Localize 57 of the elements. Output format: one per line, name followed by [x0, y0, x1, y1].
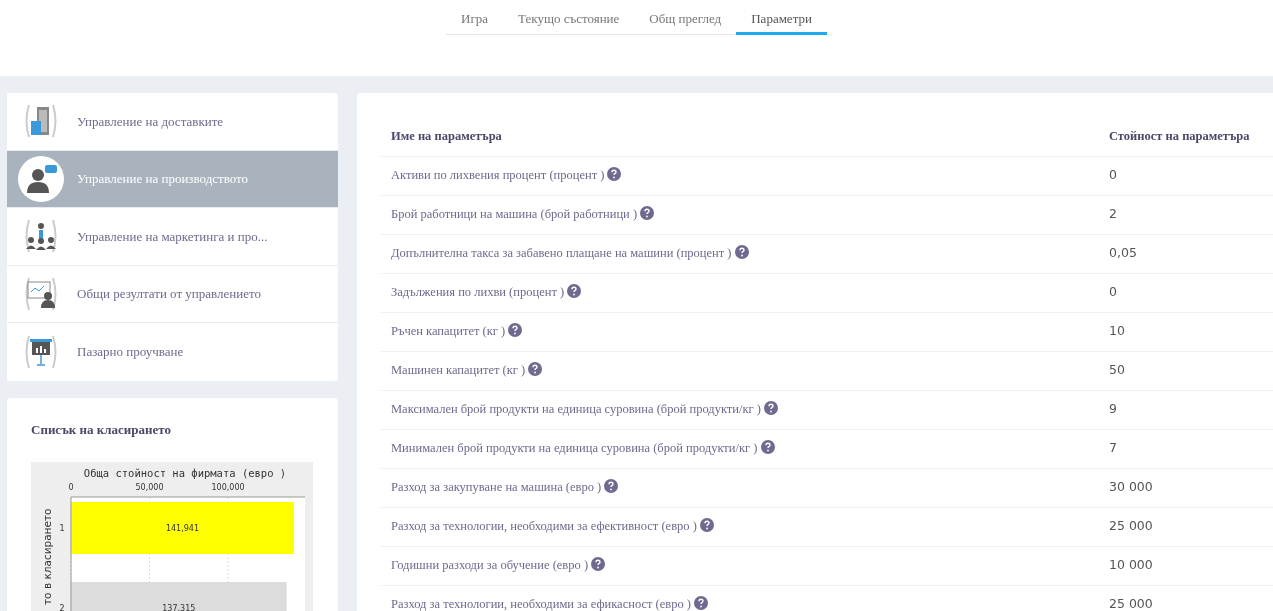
- parameter-value: 50: [1099, 351, 1273, 390]
- sidebar-item[interactable]: Пазарно проучване: [7, 323, 338, 381]
- help-icon[interactable]: [567, 284, 582, 299]
- parameter-value: 7: [1099, 429, 1273, 468]
- axis-tick-label: 50,000: [135, 483, 164, 492]
- axis-tick-label: 100,000: [211, 483, 245, 492]
- parameter-name: Машинен капацитет (кг ): [391, 363, 526, 378]
- parameter-name: Минимален брой продукти на единица суровина (брой продукти/кг ): [391, 441, 758, 456]
- bar-value-label: 137,315: [162, 604, 196, 611]
- help-icon[interactable]: [604, 479, 619, 494]
- parameter-name: Годишни разходи за обучение (евро ): [391, 558, 589, 573]
- parameter-value: 0: [1099, 156, 1273, 195]
- chart-title: Обща стойност на фирмата (евро ): [83, 467, 287, 479]
- parameter-name: Брой работници на машина (брой работници ): [391, 207, 638, 222]
- parameter-value: 0: [1099, 273, 1273, 312]
- sidebar-item[interactable]: Управление на доставките: [7, 93, 338, 151]
- parameter-name: Активи по лихвения процент (процент ): [391, 168, 605, 183]
- tab[interactable]: Параметри: [736, 5, 827, 35]
- help-icon[interactable]: [763, 401, 778, 416]
- column-header: Име на параметъра: [381, 117, 1099, 156]
- parameter-value: 2: [1099, 195, 1273, 234]
- parameter-name: Разход за технологии, необходими за ефикасност (евро ): [391, 597, 691, 611]
- help-icon[interactable]: [699, 518, 714, 533]
- tab[interactable]: Общ преглед: [634, 5, 737, 35]
- parameter-value: 10 000: [1099, 546, 1273, 585]
- parameter-value: 0,05: [1099, 234, 1273, 273]
- category-label: 2: [59, 604, 65, 611]
- tab[interactable]: Игра: [446, 5, 504, 35]
- axis-tick-label: 0: [68, 483, 74, 492]
- parameter-name: Ръчен капацитет (кг ): [391, 324, 506, 339]
- parameter-value: 9: [1099, 390, 1273, 429]
- help-icon[interactable]: [734, 245, 749, 260]
- parameter-value: 30 000: [1099, 468, 1273, 507]
- help-icon[interactable]: [508, 323, 523, 338]
- parameter-value: 25 000: [1099, 507, 1273, 546]
- column-header: Стойност на параметъра: [1099, 117, 1273, 156]
- sidebar-item[interactable]: Управление на маркетинга и про...: [7, 208, 338, 266]
- sidebar-item[interactable]: Общи резултати от управлението: [7, 265, 338, 323]
- category-label: 1: [59, 524, 65, 533]
- ranking-title: Списък на класирането: [31, 420, 172, 439]
- help-icon[interactable]: [640, 206, 655, 221]
- help-icon[interactable]: [760, 440, 775, 455]
- help-icon[interactable]: [528, 362, 543, 377]
- axis-title: то в класирането: [41, 508, 53, 605]
- parameter-name: Максимален брой продукти на единица суровина (брой продукти/кг ): [391, 402, 761, 417]
- parameter-value: 25 000: [1099, 585, 1273, 611]
- parameter-name: Разход за закупуване на машина (евро ): [391, 480, 602, 495]
- parameter-name: Допълнителна такса за забавено плащане на машини (процент ): [391, 246, 732, 261]
- help-icon[interactable]: [694, 596, 708, 611]
- parameter-value: 10: [1099, 312, 1273, 351]
- person-icon: [17, 154, 65, 203]
- bar-value-label: 141,941: [165, 524, 199, 533]
- help-icon[interactable]: [607, 167, 622, 182]
- tab[interactable]: Текущо състояние: [503, 5, 635, 35]
- help-icon[interactable]: [591, 557, 606, 572]
- parameter-name: Задължения по лихви (процент ): [391, 285, 565, 300]
- parameter-name: Разход за технологии, необходими за ефективност (евро ): [391, 519, 697, 534]
